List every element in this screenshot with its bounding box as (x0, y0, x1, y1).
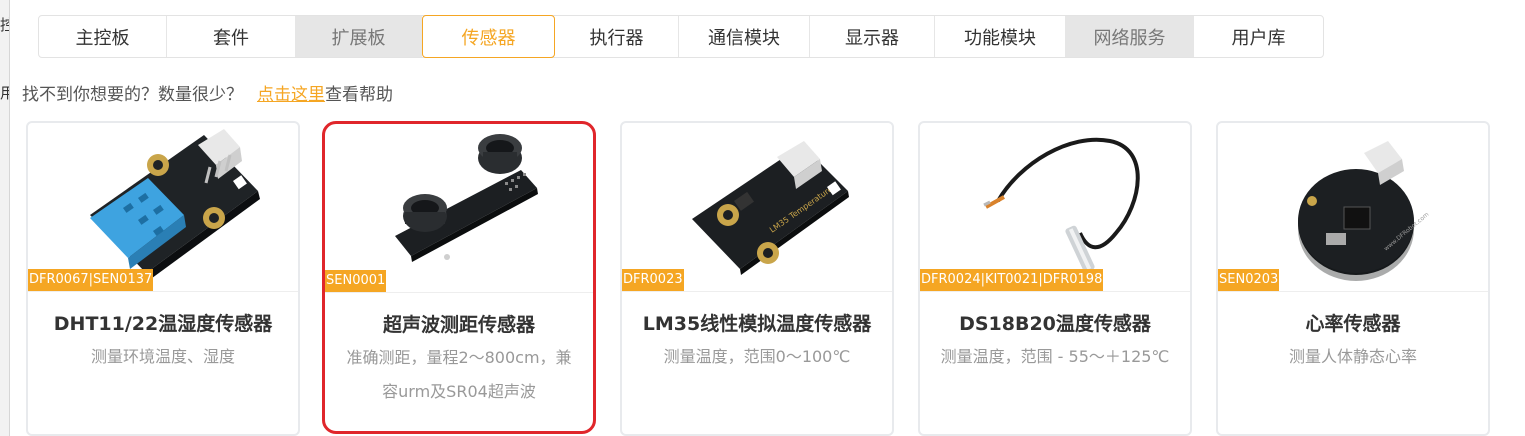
product-title: 心率传感器 (1305, 313, 1401, 335)
tab-network-services[interactable]: 网络服务 (1066, 16, 1194, 57)
tab-main-board[interactable]: 主控板 (39, 16, 167, 57)
tab-expansion-board[interactable]: 扩展板 (296, 16, 422, 57)
product-code-badge: SEN0203 (1218, 269, 1280, 291)
product-description: 测量环境温度、湿度 (90, 347, 235, 366)
product-code-badge: DFR0067|SEN0137 (28, 269, 154, 291)
tab-user-library[interactable]: 用户库 (1194, 16, 1323, 57)
product-description: 测量温度，范围 - 55～＋125℃ (940, 347, 1170, 366)
tab-function-modules[interactable]: 功能模块 (935, 16, 1066, 57)
product-code-badge: DFR0023 (622, 269, 684, 291)
product-title: DS18B20温度传感器 (959, 313, 1151, 335)
tab-display[interactable]: 显示器 (810, 16, 935, 57)
card-divider (622, 291, 892, 292)
left-strip-char-1: 控 (0, 16, 9, 34)
product-code-badge: DFR0024|KIT0021|DFR0198 (920, 269, 1104, 291)
help-link[interactable]: 点击这里 (257, 85, 325, 105)
tab-kits[interactable]: 套件 (167, 16, 296, 57)
product-card-lm35[interactable]: LM35 Temperature DFR0023 LM35线性模拟温度传感器 测… (620, 121, 894, 436)
product-description: 准确测距，量程2～800cm，兼容urm及SR04超声波 (346, 348, 572, 401)
product-card-dht11[interactable]: DFR0067|SEN0137 DHT11/22温湿度传感器 测量环境温度、湿度 (26, 121, 300, 436)
card-divider (1218, 291, 1488, 292)
help-suffix: 查看帮助 (325, 85, 393, 105)
left-window-strip: 控 用 (0, 0, 10, 436)
ultrasonic-sensor-image (325, 124, 593, 292)
card-divider (920, 291, 1190, 292)
ds18b20-probe-image (920, 123, 1190, 291)
tab-sensors[interactable]: 传感器 (422, 15, 555, 58)
category-tabs: 主控板 套件 扩展板 传感器 执行器 通信模块 显示器 功能模块 网络服务 用户… (38, 15, 1324, 58)
product-card-ultrasonic[interactable]: SEN0001 超声波测距传感器 准确测距，量程2～800cm，兼容urm及SR… (322, 121, 596, 434)
help-line: 找不到你想要的？数量很少？ 点击这里查看帮助 (22, 80, 393, 105)
card-divider (28, 291, 298, 292)
product-card-heart-rate[interactable]: www.DFRobot.com SEN0203 心率传感器 测量人体静态心率 (1216, 121, 1490, 436)
lm35-sensor-image: LM35 Temperature (622, 123, 892, 291)
dht11-sensor-image (28, 123, 298, 291)
product-title: DHT11/22温湿度传感器 (53, 313, 273, 335)
product-code-badge: SEN0001 (325, 270, 387, 292)
heart-rate-sensor-image: www.DFRobot.com (1218, 123, 1488, 291)
help-prefix: 找不到你想要的？数量很少？ (22, 85, 243, 105)
product-title: 超声波测距传感器 (382, 314, 535, 336)
product-card-ds18b20[interactable]: DFR0024|KIT0021|DFR0198 DS18B20温度传感器 测量温… (918, 121, 1192, 436)
card-divider (325, 292, 593, 293)
tab-actuators[interactable]: 执行器 (555, 16, 679, 57)
product-description: 测量温度，范围0～100℃ (663, 347, 851, 366)
left-strip-char-2: 用 (0, 84, 9, 102)
tab-communication[interactable]: 通信模块 (679, 16, 810, 57)
product-title: LM35线性模拟温度传感器 (642, 313, 872, 335)
product-description: 测量人体静态心率 (1288, 347, 1417, 366)
